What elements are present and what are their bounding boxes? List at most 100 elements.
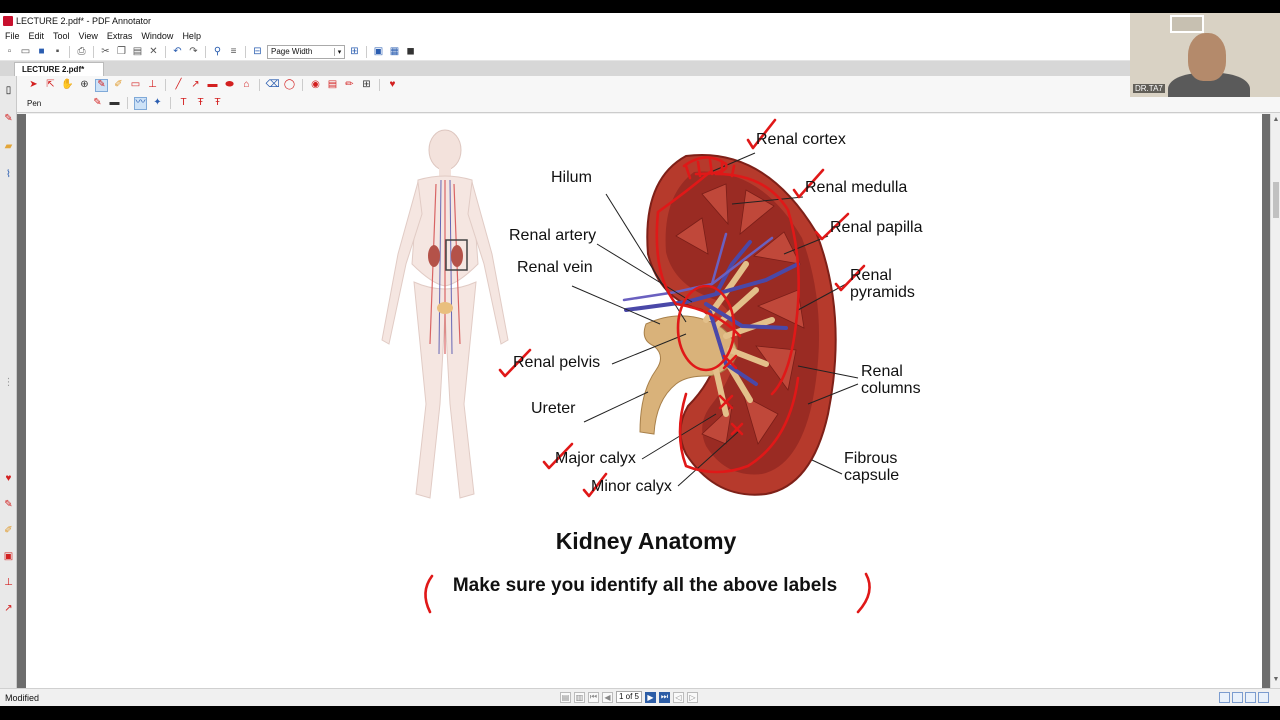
- history-forward-icon[interactable]: ▷: [687, 691, 698, 703]
- hand-tool-icon[interactable]: ✋: [61, 79, 74, 92]
- attachments-icon[interactable]: ⌇: [2, 168, 15, 181]
- page-layout-icon[interactable]: ▤: [560, 691, 571, 703]
- toolbar-separator: [165, 45, 166, 58]
- view-options-icon[interactable]: ≡: [227, 45, 240, 58]
- last-page-icon[interactable]: ⏭: [659, 691, 670, 703]
- history-back-icon[interactable]: ◁: [673, 691, 684, 703]
- camera-icon[interactable]: ◉: [309, 79, 322, 92]
- marker-icon[interactable]: ✏: [343, 79, 356, 92]
- two-page-view-icon[interactable]: [1245, 692, 1256, 703]
- previous-page-icon[interactable]: ◀: [602, 691, 613, 703]
- text-format-icon[interactable]: Ŧ: [194, 97, 207, 110]
- save-as-icon[interactable]: ▪: [51, 45, 64, 58]
- select-arrow-icon[interactable]: ➤: [27, 79, 40, 92]
- active-tool-label: Pen: [27, 98, 42, 108]
- favorites-heart-icon[interactable]: ♥: [2, 472, 15, 485]
- document-tab-strip: LECTURE 2.pdf*: [0, 61, 1280, 76]
- highlighter-icon[interactable]: ✐: [2, 524, 15, 537]
- scroll-thumb[interactable]: [1273, 182, 1279, 218]
- pen-pressure-icon[interactable]: ✦: [151, 97, 164, 110]
- paste-icon[interactable]: ▤: [131, 45, 144, 58]
- save-icon[interactable]: ■: [35, 45, 48, 58]
- page-indicator[interactable]: 1 of 5: [616, 691, 642, 703]
- stamp-tool-icon[interactable]: ⊥: [146, 79, 159, 92]
- sidebar-resize-handle[interactable]: ⋮: [2, 376, 15, 389]
- fit-page-icon[interactable]: ▣: [372, 45, 385, 58]
- favorite-heart-icon[interactable]: ♥: [386, 79, 399, 92]
- copy-icon[interactable]: ❐: [115, 45, 128, 58]
- single-page-view-icon[interactable]: [1219, 692, 1230, 703]
- tab-lecture-2[interactable]: LECTURE 2.pdf*: [14, 62, 104, 76]
- pdf-page[interactable]: Renal cortex Renal medulla Hilum Renal p…: [26, 114, 1262, 688]
- scroll-down-icon[interactable]: ▼: [1272, 676, 1280, 685]
- insert-icon[interactable]: ⊞: [360, 79, 373, 92]
- text-tool-icon[interactable]: T: [177, 97, 190, 110]
- left-sidebar: ▯ ✎ ▰ ⌇ ⋮ ♥ ✎ ✐ ▣ ⊥ ↗: [0, 76, 17, 688]
- pen-color-icon[interactable]: ✎: [91, 97, 104, 110]
- toolbar-separator: [379, 79, 380, 91]
- delete-icon[interactable]: ✕: [147, 45, 160, 58]
- menu-edit[interactable]: Edit: [29, 31, 45, 41]
- menu-extras[interactable]: Extras: [107, 31, 133, 41]
- menu-help[interactable]: Help: [182, 31, 201, 41]
- scroll-up-icon[interactable]: ▲: [1272, 116, 1280, 125]
- status-bar: Modified ▤ ▥ ⏮ ◀ 1 of 5 ▶ ⏭ ◁ ▷: [0, 688, 1280, 706]
- arrow-tool-icon[interactable]: ↗: [2, 602, 15, 615]
- cut-icon[interactable]: ✂: [99, 45, 112, 58]
- menu-bar: File Edit Tool View Extras Window Help: [0, 29, 1280, 43]
- image-icon[interactable]: ▤: [326, 79, 339, 92]
- fit-width-icon[interactable]: ▦: [388, 45, 401, 58]
- new-document-icon[interactable]: ▫: [3, 45, 16, 58]
- ellipse-tool-icon[interactable]: ⬬: [223, 79, 236, 92]
- select-text-icon[interactable]: ⇱: [44, 79, 57, 92]
- menu-tool[interactable]: Tool: [53, 31, 70, 41]
- line-tool-icon[interactable]: ╱: [172, 79, 185, 92]
- pen-tool-icon[interactable]: ✎: [2, 498, 15, 511]
- page-thumbnails-icon[interactable]: ▯: [2, 84, 15, 97]
- label-renal-papilla: Renal papilla: [830, 219, 923, 236]
- fullscreen-icon[interactable]: ◼: [404, 45, 417, 58]
- zoom-in-icon[interactable]: ⊞: [348, 45, 361, 58]
- find-icon[interactable]: ⚲: [211, 45, 224, 58]
- redo-icon[interactable]: ↷: [187, 45, 200, 58]
- text-style-icon[interactable]: Ŧ: [211, 97, 224, 110]
- menu-window[interactable]: Window: [141, 31, 173, 41]
- vertical-scrollbar[interactable]: ▲ ▼: [1270, 114, 1280, 688]
- lasso-icon[interactable]: ◯: [283, 79, 296, 92]
- page-setup-icon[interactable]: ▥: [574, 691, 585, 703]
- menu-view[interactable]: View: [79, 31, 98, 41]
- view-mode-buttons: [1219, 692, 1269, 703]
- main-toolbar: ▫ ▭ ■ ▪ ⎙ ✂ ❐ ▤ ✕ ↶ ↷ ⚲ ≡ ⊟ Page Width ▾…: [0, 43, 1280, 61]
- annotations-panel-icon[interactable]: ✎: [2, 112, 15, 125]
- eraser-icon[interactable]: ⌫: [265, 79, 279, 92]
- zoom-select[interactable]: Page Width ▾: [267, 44, 345, 59]
- toolbar-separator: [366, 45, 367, 58]
- webcam-overlay: DR.TA7: [1130, 13, 1280, 97]
- letterbox-top: [0, 0, 1280, 13]
- image-stamp-icon[interactable]: ▣: [2, 550, 15, 563]
- continuous-view-icon[interactable]: [1232, 692, 1243, 703]
- label-renal-columns: Renal columns: [861, 363, 921, 397]
- stamp-icon[interactable]: ⊥: [2, 576, 15, 589]
- first-page-icon[interactable]: ⏮: [588, 691, 599, 703]
- undo-icon[interactable]: ↶: [171, 45, 184, 58]
- line-width-icon[interactable]: ▬: [108, 97, 121, 110]
- bookmarks-icon[interactable]: ▰: [2, 140, 15, 153]
- open-folder-icon[interactable]: ▭: [19, 45, 32, 58]
- arrow-line-icon[interactable]: ↗: [189, 79, 202, 92]
- zoom-tool-icon[interactable]: ⊕: [78, 79, 91, 92]
- pdf-annotator-window: LECTURE 2.pdf* - PDF Annotator File Edit…: [0, 13, 1280, 706]
- status-text: Modified: [5, 693, 40, 703]
- menu-file[interactable]: File: [5, 31, 20, 41]
- two-page-continuous-icon[interactable]: [1258, 692, 1269, 703]
- shape-tool-icon[interactable]: ⌂: [240, 79, 253, 92]
- highlighter-tool-icon[interactable]: ✐: [112, 79, 125, 92]
- annotation-toolbar: ➤ ⇱ ✋ ⊕ ✎ ✐ ▭ ⊥ ╱ ↗ ▬ ⬬ ⌂ ⌫ ◯ ◉ ▤ ✏ ⊞ ♥: [17, 76, 1280, 94]
- text-box-icon[interactable]: ▭: [129, 79, 142, 92]
- zoom-out-icon[interactable]: ⊟: [251, 45, 264, 58]
- rectangle-tool-icon[interactable]: ▬: [206, 79, 219, 92]
- next-page-icon[interactable]: ▶: [645, 691, 656, 703]
- smooth-line-icon[interactable]: 〰: [134, 96, 147, 110]
- print-icon[interactable]: ⎙: [75, 45, 88, 58]
- pen-icon[interactable]: ✎: [95, 78, 108, 92]
